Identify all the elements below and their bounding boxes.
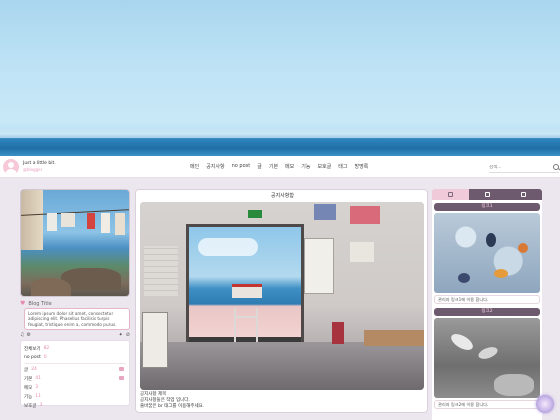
nav-item-no-post[interactable]: no post — [232, 163, 251, 170]
notice-section-title: 공지사항함 — [270, 193, 294, 199]
category-count: 41 — [35, 376, 42, 381]
blog-title: ♥ Blog Title — [20, 300, 52, 307]
nav-item-tags[interactable]: 태그 — [338, 163, 347, 170]
blog-title-text: Blog Title — [28, 300, 52, 307]
link-box-1: 링크1 관리자 링크1에 이용 합니다. — [434, 203, 540, 304]
category-label: 보호글 — [24, 403, 37, 409]
category-item-features[interactable]: 기능 11 — [24, 392, 126, 401]
note-icon — [484, 192, 490, 197]
notice-body: 공지사항 제목 공지사항들은 작업 입니다. 줄바꿈은 br 태그를 이용해주세… — [140, 392, 204, 410]
link-image[interactable] — [434, 213, 540, 293]
heart-icon: ♥ — [20, 300, 26, 307]
horizon-haze — [0, 128, 560, 138]
category-item-posts[interactable]: 글 24 — [24, 365, 126, 374]
notice-line-2: 줄바꿈은 br 태그를 이용해주세요. — [140, 404, 205, 409]
category-label: 글 — [24, 367, 29, 373]
profile-photo — [20, 189, 130, 297]
category-item-no-post[interactable]: no post 0 — [24, 353, 126, 362]
folder-icon — [119, 376, 124, 380]
link-box-2: 링크2 관리자 링크2에 이용 합니다. — [434, 308, 540, 409]
nav-item-protected[interactable]: 보호글 — [317, 163, 331, 170]
calendar-icon — [521, 192, 527, 197]
header-banner — [0, 0, 560, 156]
tab-pin[interactable] — [432, 189, 469, 200]
category-label: 전체보기 — [24, 346, 41, 352]
category-count: 3 — [39, 403, 43, 408]
category-count: 3 — [35, 385, 39, 390]
blog-description: Lorem ipsum dolor sit amet, consectetur … — [24, 308, 130, 330]
gear-icon[interactable]: ⚙ — [26, 332, 30, 338]
avatar[interactable] — [3, 158, 19, 175]
nav-item-posts[interactable]: 글 — [257, 163, 262, 170]
category-item-memo[interactable]: 메모 3 — [24, 383, 126, 392]
floating-orb-icon[interactable] — [536, 395, 554, 413]
category-label: 기능 — [24, 394, 33, 400]
search-input[interactable] — [489, 164, 547, 170]
link-icon[interactable]: ⊘ — [126, 332, 130, 338]
blog-handle: @blogger — [23, 166, 43, 172]
brand[interactable]: Just a little bit. @blogger — [23, 161, 56, 173]
tab-calendar[interactable] — [505, 189, 542, 200]
nav-item-basic[interactable]: 기본 — [269, 163, 278, 170]
category-count: 24 — [31, 367, 37, 372]
top-bar: Just a little bit. @blogger 메인 공지사항 no p… — [0, 156, 560, 178]
search-icon[interactable] — [553, 164, 559, 170]
link-caption: 관리자 링크2에 이용 합니다. — [434, 400, 540, 409]
category-list: 전체보기 82 no post 0 글 24 기본 41 메모 3 기능 11 … — [20, 340, 130, 409]
category-label: no post — [24, 355, 41, 360]
link-image[interactable] — [434, 318, 540, 398]
category-count: 82 — [43, 346, 50, 351]
category-item-basic[interactable]: 기본 41 — [24, 374, 126, 383]
link-caption: 관리자 링크1에 이용 합니다. — [434, 295, 540, 304]
category-label: 메모 — [24, 385, 33, 391]
sidebar-tabs — [432, 189, 542, 200]
link-box-title: 링크2 — [434, 308, 540, 316]
folder-icon — [119, 367, 124, 371]
nav-item-memo[interactable]: 메모 — [285, 163, 294, 170]
nav-item-guestbook[interactable]: 방명록 — [354, 163, 368, 170]
category-count: 11 — [35, 394, 42, 399]
category-label: 기본 — [24, 376, 33, 382]
tab-notes[interactable] — [468, 189, 506, 200]
pin-icon — [447, 192, 453, 197]
link-box-title: 링크1 — [434, 203, 540, 211]
nav-item-notice[interactable]: 공지사항 — [206, 163, 224, 170]
category-count: 0 — [43, 355, 47, 360]
blog-name: Just a little bit. — [23, 160, 56, 166]
nav-item-home[interactable]: 메인 — [190, 163, 199, 170]
notice-card: 공지사항함 공지사항 제목 공지사항들은 작업 입니다. 줄바꿈은 br 태그를… — [135, 189, 428, 413]
main-nav: 메인 공지사항 no post 글 기본 메모 기능 보호글 태그 방명록 — [190, 163, 368, 170]
twitter-icon[interactable]: ✦ — [119, 332, 123, 338]
nav-item-features[interactable]: 기능 — [301, 163, 310, 170]
notice-image — [140, 202, 424, 390]
search-box — [489, 162, 559, 173]
music-icon[interactable]: ♫ — [20, 332, 24, 338]
sidebar-icons: ♫ ⚙ ✦ ⊘ — [20, 332, 130, 338]
category-item-all[interactable]: 전체보기 82 — [24, 344, 126, 353]
category-item-protected[interactable]: 보호글 3 — [24, 401, 126, 410]
